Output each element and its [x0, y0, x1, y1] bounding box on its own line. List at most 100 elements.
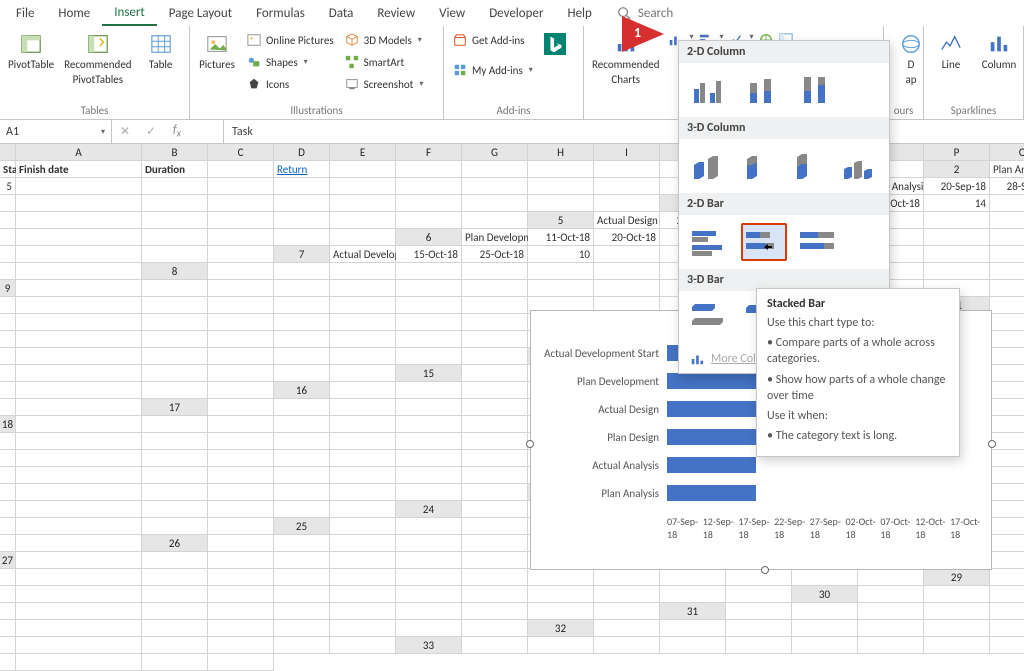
cell[interactable] [208, 586, 274, 603]
cell[interactable] [990, 416, 1024, 433]
cell[interactable] [858, 637, 924, 654]
100-stacked-column-option[interactable] [795, 71, 841, 109]
cell[interactable] [990, 331, 1024, 348]
row-header[interactable]: 5 [528, 212, 594, 229]
cell[interactable] [142, 382, 208, 399]
3d-stacked-column-option[interactable] [738, 147, 781, 185]
cell[interactable] [396, 280, 462, 297]
select-all-corner[interactable] [0, 144, 16, 161]
cell[interactable] [528, 637, 594, 654]
cell[interactable] [330, 297, 396, 314]
cell[interactable] [330, 586, 396, 603]
cell[interactable]: 15-Oct-18 [396, 246, 462, 263]
cell[interactable] [330, 195, 396, 212]
cell[interactable] [792, 620, 858, 637]
cell[interactable] [0, 467, 16, 484]
cell[interactable] [462, 535, 528, 552]
cell[interactable] [16, 535, 142, 552]
cell[interactable] [396, 348, 462, 365]
cell[interactable] [330, 280, 396, 297]
row-header[interactable]: 2 [924, 161, 990, 178]
cell[interactable] [396, 603, 462, 620]
cell[interactable] [924, 212, 990, 229]
cell[interactable] [142, 297, 208, 314]
cell[interactable] [990, 637, 1024, 654]
row-header[interactable]: 30 [792, 586, 858, 603]
cell[interactable] [208, 348, 274, 365]
cell[interactable] [726, 569, 792, 586]
row-header[interactable]: 9 [0, 280, 16, 297]
cell[interactable] [142, 603, 208, 620]
cell[interactable] [0, 263, 16, 280]
cell[interactable] [594, 246, 660, 263]
cell[interactable] [208, 365, 274, 382]
cell[interactable] [660, 637, 726, 654]
cell[interactable] [462, 467, 528, 484]
my-addins-button[interactable]: My Add-ins▾ [450, 60, 535, 80]
tab-developer[interactable]: Developer [477, 2, 555, 25]
cell[interactable] [0, 229, 16, 246]
cell[interactable] [16, 246, 142, 263]
cell[interactable] [142, 569, 208, 586]
fx-button[interactable]: fx [164, 123, 190, 139]
cell[interactable] [396, 467, 462, 484]
tab-formulas[interactable]: Formulas [244, 2, 317, 25]
cell[interactable] [142, 637, 208, 654]
cell[interactable]: 20-Oct-18 [594, 229, 660, 246]
cell[interactable] [142, 552, 208, 569]
cell[interactable] [330, 467, 396, 484]
cell[interactable] [990, 212, 1024, 229]
cell[interactable] [990, 314, 1024, 331]
cell[interactable] [274, 331, 330, 348]
cell[interactable] [142, 212, 208, 229]
cell[interactable] [142, 620, 208, 637]
cell[interactable] [0, 246, 16, 263]
cell[interactable] [274, 637, 330, 654]
cell[interactable] [330, 161, 396, 178]
cell[interactable] [396, 450, 462, 467]
row-header[interactable]: 16 [274, 382, 330, 399]
name-box[interactable]: A1 ▾ [0, 120, 112, 143]
cell[interactable] [208, 161, 274, 178]
cell[interactable] [208, 552, 274, 569]
cell[interactable] [726, 637, 792, 654]
tab-view[interactable]: View [427, 2, 477, 25]
cell[interactable] [0, 586, 16, 603]
cell[interactable] [990, 603, 1024, 620]
cell[interactable] [16, 569, 142, 586]
cell[interactable] [924, 603, 990, 620]
tab-insert[interactable]: Insert [102, 1, 157, 26]
cell[interactable]: Actual Development Start [330, 246, 396, 263]
cell[interactable] [142, 348, 208, 365]
cell[interactable] [792, 569, 858, 586]
cell[interactable] [330, 399, 396, 416]
cell[interactable] [16, 637, 142, 654]
screenshot-button[interactable]: Screenshot▾ [342, 74, 426, 94]
cell[interactable] [330, 552, 396, 569]
cell[interactable] [208, 484, 274, 501]
cell[interactable] [528, 263, 594, 280]
cell[interactable] [0, 314, 16, 331]
cell[interactable] [330, 178, 396, 195]
cell[interactable] [396, 535, 462, 552]
cell[interactable] [594, 637, 660, 654]
cell[interactable] [274, 229, 330, 246]
sparkline-column-button[interactable]: Column [978, 30, 1020, 73]
cell[interactable] [274, 280, 330, 297]
cell[interactable] [142, 178, 208, 195]
table-button[interactable]: Table [140, 30, 182, 73]
cell[interactable] [0, 637, 16, 654]
cell[interactable] [0, 501, 16, 518]
cell[interactable] [16, 280, 142, 297]
cell[interactable] [0, 212, 16, 229]
cell[interactable] [16, 586, 142, 603]
cell[interactable] [0, 365, 16, 382]
cell[interactable] [990, 569, 1024, 586]
cell[interactable] [274, 484, 330, 501]
cell[interactable] [462, 569, 528, 586]
sparkline-line-button[interactable]: Line [930, 30, 972, 73]
cell[interactable] [274, 297, 330, 314]
cell[interactable] [208, 501, 274, 518]
cell[interactable] [990, 229, 1024, 246]
cell[interactable] [274, 365, 330, 382]
